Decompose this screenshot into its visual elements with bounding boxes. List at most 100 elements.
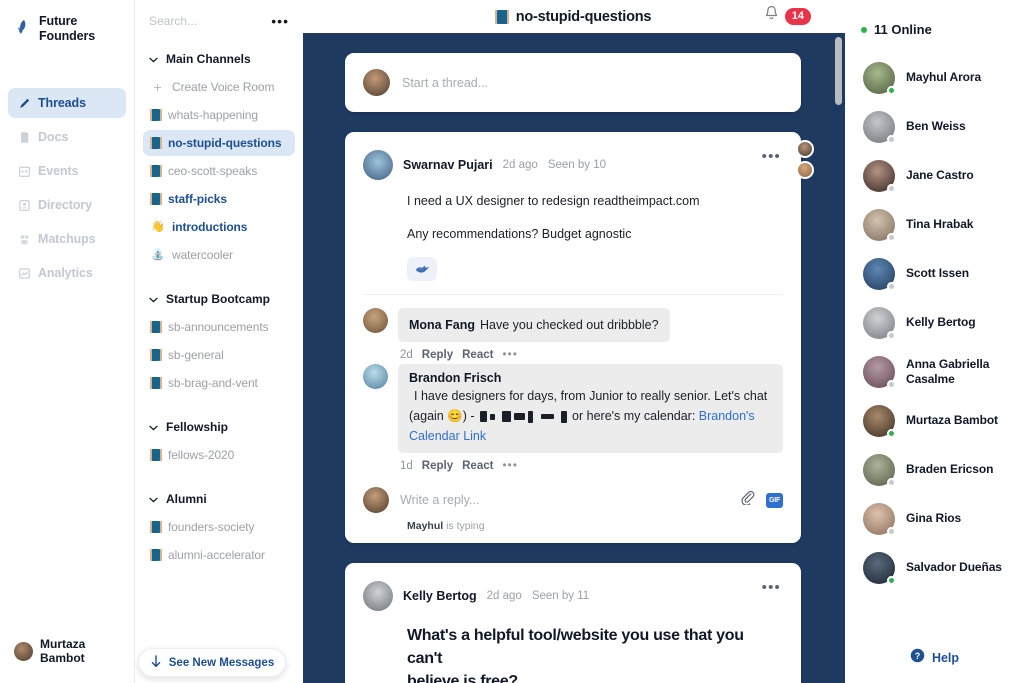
thread-header: Kelly Bertog 2d ago Seen by 11 ••• (363, 580, 783, 611)
channel-item-fellows-2020[interactable]: fellows-2020 (143, 442, 295, 468)
thread-card: Kelly Bertog 2d ago Seen by 11 ••• What'… (345, 563, 801, 683)
channel-group-header-startup-bootcamp[interactable]: Startup Bootcamp (135, 286, 303, 312)
book-icon (149, 165, 162, 177)
channel-label: alumni-accelerator (168, 548, 265, 562)
list-item[interactable]: Salvador Dueñas (845, 543, 1024, 592)
list-item[interactable]: Kelly Bertog (845, 298, 1024, 347)
channel-label: introductions (172, 220, 248, 234)
list-item[interactable]: Mayhul Arora (845, 53, 1024, 102)
reply-button[interactable]: Reply (422, 460, 453, 472)
avatar (363, 581, 393, 611)
sidebar-item-events[interactable]: Events (8, 156, 126, 186)
channel-group-header-main-channels[interactable]: Main Channels (135, 46, 303, 72)
list-item[interactable]: Jane Castro (845, 151, 1024, 200)
thread-menu-icon[interactable]: ••• (762, 149, 781, 164)
avatar (14, 641, 33, 661)
person-name: Scott Issen (906, 266, 969, 280)
book-icon (149, 349, 162, 361)
status-badge (887, 428, 896, 438)
list-item[interactable]: Braden Ericson (845, 445, 1024, 494)
thread-scrollbar[interactable] (835, 33, 842, 683)
channel-item-watercooler[interactable]: ⛲ watercooler (143, 242, 295, 268)
channel-label: sb-announcements (168, 320, 269, 334)
channel-label: sb-brag-and-vent (168, 376, 258, 390)
channel-item-founders-society[interactable]: founders-society (143, 514, 295, 540)
ellipsis-icon[interactable]: ••• (271, 14, 289, 28)
left-rail: Future Founders Threads Docs Events Dire… (0, 0, 135, 683)
brand[interactable]: Future Founders (0, 0, 134, 44)
main-content: no-stupid-questions 14 Start a thread... (303, 0, 845, 683)
channel-item-introductions[interactable]: 👋 introductions (143, 214, 295, 240)
thread-question-line: believe is free? (407, 673, 518, 683)
channel-item-sb-general[interactable]: sb-general (143, 342, 295, 368)
avatar (863, 208, 896, 242)
list-item[interactable]: Murtaza Bambot (845, 396, 1024, 445)
book-icon (149, 377, 162, 389)
see-new-messages-button[interactable]: See New Messages (138, 648, 286, 677)
channel-group-header-fellowship[interactable]: Fellowship (135, 414, 303, 440)
thread-seen-count: Seen by 11 (531, 590, 590, 602)
list-item[interactable]: Gina Rios (845, 494, 1024, 543)
reply-bubble: Mona Fang Have you checked out dribbble? (398, 308, 670, 342)
status-badge (887, 379, 896, 389)
typing-user: Mayhul (407, 520, 444, 532)
thread-line: Any recommendations? Budget agnostic (407, 227, 632, 241)
pencil-icon (18, 97, 31, 110)
channel-item-whats-happening[interactable]: whats-happening (143, 102, 295, 128)
list-item[interactable]: Anna Gabriella Casalme (845, 347, 1024, 396)
gif-button[interactable]: GIF (766, 492, 783, 508)
reply-actions: 1d Reply React ••• (398, 453, 783, 472)
reply-text-after: or here's my calendar: (568, 409, 699, 423)
current-user[interactable]: Murtaza Bambot (0, 637, 135, 665)
reply-menu-icon[interactable]: ••• (502, 460, 518, 472)
list-item[interactable]: Scott Issen (845, 249, 1024, 298)
brand-name: Future Founders (39, 14, 96, 43)
list-item[interactable]: Tina Hrabak (845, 200, 1024, 249)
channel-item-no-stupid-questions[interactable]: no-stupid-questions (143, 130, 295, 156)
sidebar-label-docs: Docs (38, 130, 69, 144)
reply-composer[interactable]: Write a reply... GIF (363, 475, 783, 513)
redacted-text (478, 409, 569, 423)
avatar (863, 306, 896, 340)
channel-item-create-voice-room[interactable]: + Create Voice Room (143, 74, 295, 100)
search-input[interactable] (149, 14, 259, 28)
avatar (796, 140, 814, 158)
reply-text: I have designers for days, from Junior t… (409, 389, 767, 443)
react-button[interactable]: React (462, 349, 493, 361)
channel-item-sb-brag-and-vent[interactable]: sb-brag-and-vent (143, 370, 295, 396)
reply-bubble: Brandon Frisch I have designers for days… (398, 364, 783, 453)
paperclip-icon[interactable] (740, 490, 755, 510)
channel-group-header-alumni[interactable]: Alumni (135, 486, 303, 512)
reply-button[interactable]: Reply (422, 349, 453, 361)
reaction-chip[interactable] (407, 257, 437, 281)
channel-header: no-stupid-questions 14 (303, 0, 845, 33)
channel-item-alumni-accelerator[interactable]: alumni-accelerator (143, 542, 295, 568)
start-thread-composer[interactable]: Start a thread... (345, 53, 801, 112)
sidebar-label-matchups: Matchups (38, 232, 96, 246)
reply-item: Mona Fang Have you checked out dribbble? … (363, 308, 783, 361)
typing-suffix: is typing (443, 520, 485, 532)
reply-menu-icon[interactable]: ••• (502, 349, 518, 361)
book-icon (149, 109, 162, 121)
channel-item-ceo-scott-speaks[interactable]: ceo-scott-speaks (143, 158, 295, 184)
sidebar-item-threads[interactable]: Threads (8, 88, 126, 118)
channel-label: whats-happening (168, 108, 258, 122)
reply-time: 1d (400, 460, 413, 472)
sidebar-item-matchups[interactable]: Matchups (8, 224, 126, 254)
thread-menu-icon[interactable]: ••• (762, 580, 781, 595)
channel-sidebar: ••• Main Channels + Create Voice Room wh… (135, 0, 303, 683)
channel-label: Create Voice Room (172, 80, 275, 94)
channel-item-staff-picks[interactable]: staff-picks (143, 186, 295, 212)
online-header: 11 Online (845, 22, 1024, 37)
sidebar-item-docs[interactable]: Docs (8, 122, 126, 152)
list-item[interactable]: Ben Weiss (845, 102, 1024, 151)
help-button[interactable]: ? Help (845, 648, 1024, 668)
sidebar-item-directory[interactable]: Directory (8, 190, 126, 220)
channel-group-title: Main Channels (166, 52, 251, 66)
notifications-button[interactable]: 14 (764, 5, 811, 27)
channel-item-sb-announcements[interactable]: sb-announcements (143, 314, 295, 340)
reply-input[interactable]: Write a reply... (400, 493, 729, 507)
react-button[interactable]: React (462, 460, 493, 472)
online-sidebar: 11 Online Mayhul Arora Ben Weiss Jane Ca… (845, 0, 1024, 683)
sidebar-item-analytics[interactable]: Analytics (8, 258, 126, 288)
